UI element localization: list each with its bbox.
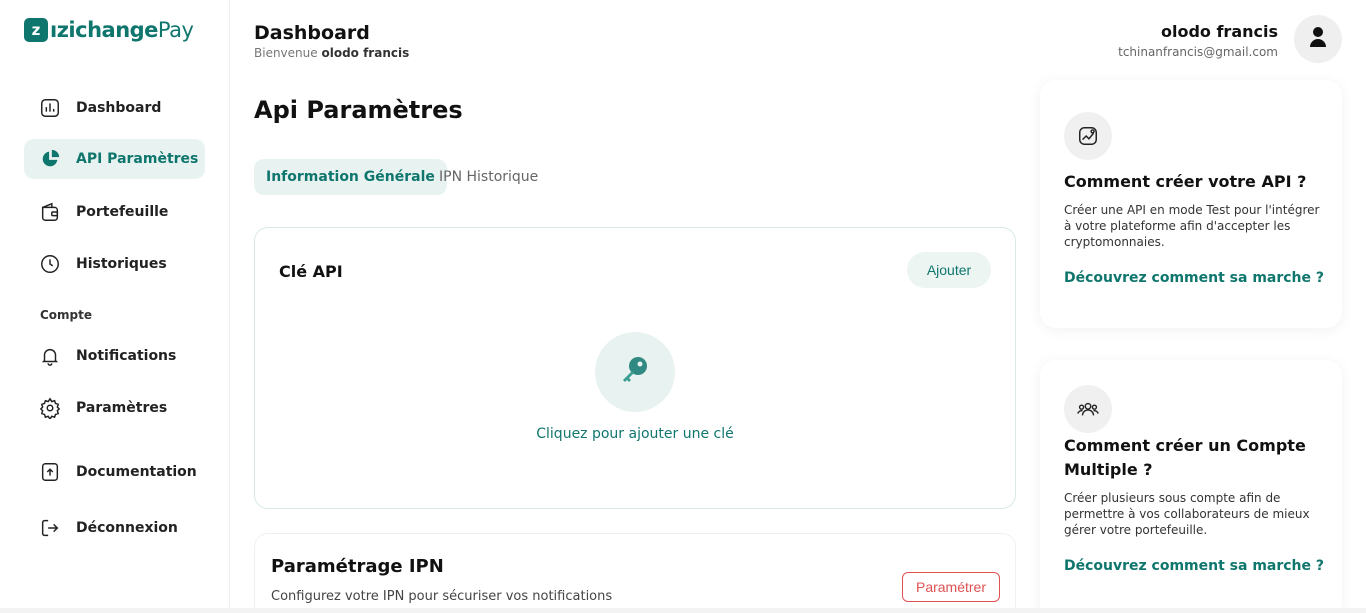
api-key-card-title: Clé API (279, 262, 343, 281)
add-key-circle[interactable] (595, 332, 675, 412)
sidebar-item-documentation[interactable]: Documentation (24, 452, 205, 492)
ipn-card-title: Paramétrage IPN (271, 556, 444, 577)
tab-information-generale[interactable]: Information Générale (254, 159, 447, 195)
add-key-link[interactable]: Cliquez pour ajouter une clé (255, 426, 1015, 442)
user-email: tchinanfrancis@gmail.com (1118, 45, 1278, 59)
brand-suffix: Pay (157, 18, 194, 42)
tab-ipn-historique[interactable]: IPN Historique (427, 159, 550, 195)
welcome-text: Bienvenue (254, 46, 318, 60)
ipn-card-description: Configurez votre IPN pour sécuriser vos … (271, 589, 613, 604)
bell-icon (38, 344, 62, 368)
clock-icon (38, 252, 62, 276)
user-name: olodo francis (1160, 22, 1278, 41)
sidebar-item-parametres[interactable]: Paramètres (24, 388, 205, 428)
sidebar-section-label: Compte (40, 308, 93, 322)
sidebar-item-label: Documentation (76, 464, 197, 480)
help-card-link[interactable]: Découvrez comment sa marche ? (1064, 270, 1324, 286)
sidebar-item-label: Dashboard (76, 100, 162, 116)
sidebar-item-label: Historiques (76, 256, 167, 272)
help-card-description: Créer une API en mode Test pour l'intégr… (1064, 203, 1320, 249)
sidebar-item-label: Notifications (76, 348, 177, 364)
key-icon (618, 353, 652, 391)
api-key-card: Clé API Ajouter Cliquez pour ajouter une… (254, 227, 1016, 509)
configure-ipn-button[interactable]: Paramétrer (902, 572, 1000, 602)
logout-icon (38, 516, 62, 540)
help-card-link[interactable]: Découvrez comment sa marche ? (1064, 558, 1324, 574)
sidebar-item-historiques[interactable]: Historiques (24, 244, 205, 284)
avatar[interactable] (1294, 15, 1342, 63)
page-title: Api Paramètres (254, 96, 463, 124)
sidebar-item-label: Paramètres (76, 400, 168, 416)
sidebar: z ızichange Pay Dashboard API Paramètres… (0, 0, 230, 613)
help-card-title: Comment créer un Compte Multiple ? (1064, 436, 1306, 479)
header-welcome: Bienvenue olodo francis (254, 46, 409, 60)
bar-chart-icon (38, 96, 62, 120)
help-card-title: Comment créer votre API ? (1064, 172, 1307, 191)
sidebar-item-notifications[interactable]: Notifications (24, 336, 205, 376)
sidebar-item-label: Portefeuille (76, 204, 169, 220)
user-icon (1309, 26, 1327, 52)
api-chart-icon (1064, 112, 1112, 160)
sidebar-item-dashboard[interactable]: Dashboard (24, 88, 205, 128)
brand-logo[interactable]: z ızichange Pay (24, 18, 194, 42)
wallet-icon (38, 200, 62, 224)
add-api-key-button[interactable]: Ajouter (907, 252, 991, 288)
sidebar-item-label: Déconnexion (76, 520, 178, 536)
sidebar-item-api-parametres[interactable]: API Paramètres (24, 139, 205, 179)
bottom-scroll-edge (0, 608, 1366, 613)
help-card-multi-account: Comment créer un Compte Multiple ? Créer… (1040, 360, 1342, 613)
pie-chart-icon (38, 147, 62, 171)
sidebar-item-label: API Paramètres (76, 151, 199, 167)
help-card-api: Comment créer votre API ? Créer une API … (1040, 80, 1342, 328)
gear-icon (38, 396, 62, 420)
sidebar-item-portefeuille[interactable]: Portefeuille (24, 192, 205, 232)
logo-badge-icon: z (24, 18, 48, 42)
sidebar-item-deconnexion[interactable]: Déconnexion (24, 508, 205, 548)
brand-name: ızichange (50, 18, 158, 42)
header-title: Dashboard (254, 22, 370, 44)
help-card-description: Créer plusieurs sous compte afin de perm… (1064, 491, 1310, 537)
users-group-icon (1064, 385, 1112, 433)
document-upload-icon (38, 460, 62, 484)
ipn-settings-card: Paramétrage IPN Configurez votre IPN pou… (254, 533, 1016, 613)
welcome-name: olodo francis (321, 46, 410, 60)
